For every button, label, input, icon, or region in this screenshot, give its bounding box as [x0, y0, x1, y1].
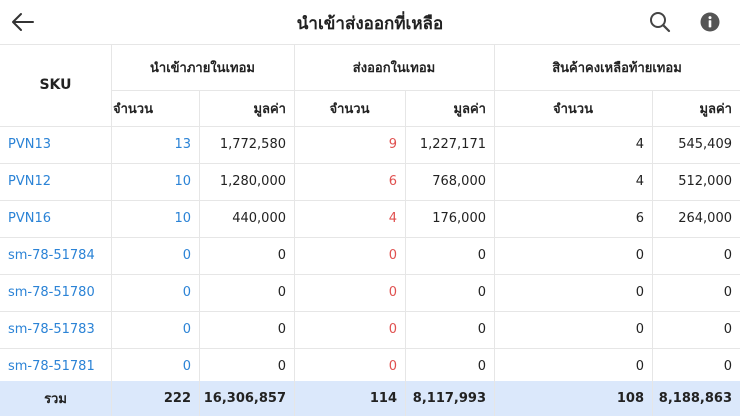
import-qty-cell: 10 — [174, 211, 191, 226]
export-qty-cell: 0 — [388, 248, 397, 263]
export-qty-cell: 0 — [388, 359, 397, 374]
row-divider — [0, 274, 740, 275]
subheader-import-qty: จำนวน — [113, 101, 153, 117]
subheader-end-value: มูลค่า — [699, 101, 732, 117]
import-value-cell: 0 — [277, 285, 286, 300]
row-divider — [0, 126, 740, 127]
info-icon — [700, 12, 720, 32]
export-value-cell: 0 — [477, 359, 486, 374]
row-divider — [0, 237, 740, 238]
export-qty-cell: 0 — [388, 322, 397, 337]
subheader-export-qty: จำนวน — [329, 101, 370, 117]
sku-cell[interactable]: sm-78-51783 — [0, 311, 111, 348]
export-value-cell: 176,000 — [432, 211, 486, 226]
total-import-value: 16,306,857 — [203, 391, 286, 406]
import-value-cell: 0 — [277, 248, 286, 263]
import-qty-cell: 0 — [182, 359, 191, 374]
subheader-import-value: มูลค่า — [253, 101, 286, 117]
row-divider — [0, 200, 740, 201]
import-qty-cell: 13 — [174, 137, 191, 152]
export-qty-cell: 0 — [388, 285, 397, 300]
inventory-table: SKU นำเข้าภายในเทอม ส่งออกในเทอม สินค้าค… — [0, 44, 740, 416]
group-header-export: ส่งออกในเทอม — [352, 60, 436, 76]
export-value-cell: 0 — [477, 248, 486, 263]
end-value-cell: 0 — [723, 322, 732, 337]
end-value-cell: 512,000 — [678, 174, 732, 189]
import-qty-cell: 0 — [182, 322, 191, 337]
row-divider — [111, 90, 740, 91]
column-divider — [294, 44, 295, 416]
search-icon — [650, 12, 671, 33]
sku-cell[interactable]: PVN12 — [0, 163, 111, 200]
end-qty-cell: 0 — [635, 248, 644, 263]
import-value-cell: 0 — [277, 322, 286, 337]
sku-cell[interactable]: sm-78-51784 — [0, 237, 111, 274]
import-qty-cell: 10 — [174, 174, 191, 189]
end-qty-cell: 4 — [635, 137, 644, 152]
end-value-cell: 0 — [723, 285, 732, 300]
import-value-cell: 1,280,000 — [219, 174, 286, 189]
total-export-value: 8,117,993 — [412, 391, 486, 406]
row-divider — [0, 311, 740, 312]
export-value-cell: 0 — [477, 285, 486, 300]
column-divider — [652, 90, 653, 416]
sku-cell[interactable]: sm-78-51780 — [0, 274, 111, 311]
import-value-cell: 440,000 — [232, 211, 286, 226]
end-qty-cell: 6 — [635, 211, 644, 226]
import-qty-cell: 0 — [182, 285, 191, 300]
sku-cell[interactable]: PVN16 — [0, 200, 111, 237]
end-value-cell: 545,409 — [678, 137, 732, 152]
export-qty-cell: 9 — [388, 137, 397, 152]
top-bar: นำเข้าส่งออกที่เหลือ — [0, 0, 740, 44]
import-qty-cell: 0 — [182, 248, 191, 263]
import-value-cell: 0 — [277, 359, 286, 374]
column-divider — [111, 44, 112, 416]
column-header-sku: SKU — [39, 77, 72, 93]
total-end-qty: 108 — [616, 391, 644, 406]
export-qty-cell: 6 — [388, 174, 397, 189]
sku-cell[interactable]: PVN13 — [0, 126, 111, 163]
subheader-export-value: มูลค่า — [453, 101, 486, 117]
total-import-qty: 222 — [163, 391, 191, 406]
end-qty-cell: 0 — [635, 285, 644, 300]
info-button[interactable] — [696, 8, 724, 36]
total-end-value: 8,188,863 — [658, 391, 732, 406]
import-value-cell: 1,772,580 — [219, 137, 286, 152]
total-label: รวม — [44, 392, 67, 407]
end-qty-cell: 0 — [635, 359, 644, 374]
export-value-cell: 1,227,171 — [419, 137, 486, 152]
sku-cell[interactable]: sm-78-51781 — [0, 348, 111, 385]
row-divider — [0, 348, 740, 349]
page-title: นำเข้าส่งออกที่เหลือ — [296, 14, 444, 34]
group-header-ending-stock: สินค้าคงเหลือท้ายเทอม — [552, 60, 682, 76]
total-export-qty: 114 — [369, 391, 397, 406]
column-divider — [199, 90, 200, 416]
end-qty-cell: 4 — [635, 174, 644, 189]
end-value-cell: 264,000 — [678, 211, 732, 226]
end-value-cell: 0 — [723, 359, 732, 374]
column-divider — [405, 90, 406, 416]
group-header-import: นำเข้าภายในเทอม — [150, 60, 255, 76]
subheader-end-qty: จำนวน — [553, 101, 593, 117]
end-value-cell: 0 — [723, 248, 732, 263]
column-divider — [494, 44, 495, 416]
export-value-cell: 768,000 — [432, 174, 486, 189]
export-value-cell: 0 — [477, 322, 486, 337]
end-qty-cell: 0 — [635, 322, 644, 337]
row-divider — [0, 44, 740, 45]
export-qty-cell: 4 — [388, 211, 397, 226]
search-button[interactable] — [646, 8, 674, 36]
row-divider — [0, 163, 740, 164]
